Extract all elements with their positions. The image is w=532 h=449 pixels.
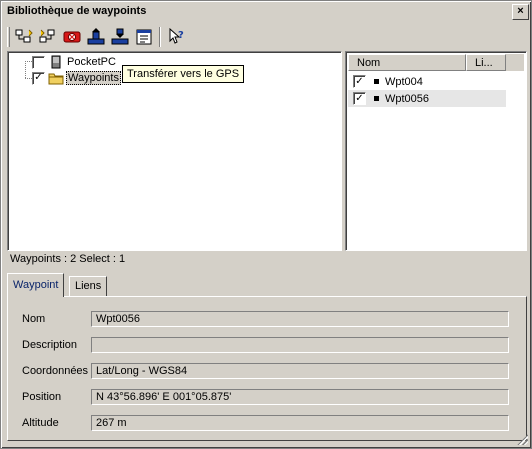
column-header-liens[interactable]: Li... — [466, 54, 506, 71]
help-pointer-button[interactable]: ? — [166, 27, 188, 47]
waypoint-bullet-icon — [374, 96, 379, 101]
delete-button[interactable] — [61, 27, 83, 47]
properties-icon — [136, 29, 152, 45]
toolbar: ? — [5, 24, 529, 50]
description-field[interactable] — [91, 337, 509, 353]
nom-field[interactable]: Wpt0056 — [91, 311, 509, 327]
nom-label: Nom — [22, 313, 46, 325]
tooltip: Transférer vers le GPS — [122, 65, 245, 83]
altitude-field[interactable]: 267 m — [91, 415, 509, 431]
tree-collapse-button[interactable] — [37, 27, 59, 47]
tree-item-pocketpc[interactable]: PocketPC — [32, 54, 116, 70]
title-bar[interactable]: Bibliothèque de waypoints × — [3, 3, 529, 21]
waypoint-library-window: Bibliothèque de waypoints × ? PocketPC ✓… — [0, 0, 532, 449]
tree-checkbox[interactable] — [32, 55, 45, 69]
download-from-gps-icon — [111, 28, 129, 45]
tree-connector — [25, 78, 32, 79]
resize-grip[interactable] — [516, 433, 528, 445]
tree-connector — [25, 61, 26, 78]
tree-connector — [25, 61, 32, 62]
toolbar-separator — [159, 27, 161, 47]
tree-collapse-icon — [39, 29, 55, 43]
svg-text:?: ? — [178, 30, 184, 41]
window-title: Bibliothèque de waypoints — [7, 5, 147, 17]
position-label: Position — [22, 391, 62, 403]
list-header: Nom Li... — [348, 54, 524, 71]
tree-expand-button[interactable] — [13, 27, 35, 47]
properties-button[interactable] — [133, 27, 155, 47]
tab-waypoint[interactable]: Waypoint — [7, 273, 65, 297]
waypoint-name: Wpt004 — [385, 75, 423, 88]
waypoint-details-panel: Nom Wpt0056 Description Coordonnées Lat/… — [7, 296, 527, 441]
folder-icon — [48, 73, 64, 85]
description-label: Description — [22, 339, 78, 351]
status-bar: Waypoints : 2 Select : 1 — [10, 253, 126, 265]
upload-to-gps-icon — [87, 28, 105, 45]
toolbar-grip[interactable] — [7, 27, 10, 47]
close-button[interactable]: × — [512, 4, 529, 20]
list-item-selected[interactable]: ✓ Wpt0056 — [348, 90, 506, 107]
coordonnees-label: Coordonnées — [22, 365, 89, 377]
detail-tabs: Waypoint Liens — [7, 273, 527, 297]
tree-item-waypoints[interactable]: ✓ Waypoints — [32, 70, 121, 86]
tab-liens[interactable]: Liens — [69, 276, 108, 296]
tree-item-label: PocketPC — [67, 56, 116, 68]
tree-checkbox-checked[interactable]: ✓ — [32, 71, 45, 85]
column-header-nom[interactable]: Nom — [348, 54, 466, 71]
upload-to-gps-button[interactable] — [85, 27, 107, 47]
list-item[interactable]: ✓ Wpt004 — [348, 73, 506, 90]
waypoint-bullet-icon — [374, 79, 379, 84]
list-checkbox[interactable]: ✓ — [353, 75, 366, 88]
download-from-gps-button[interactable] — [109, 27, 131, 47]
waypoint-name: Wpt0056 — [385, 92, 430, 105]
altitude-label: Altitude — [22, 417, 59, 429]
position-field[interactable]: N 43°56.896' E 001°05.875' — [91, 389, 509, 405]
tree-item-label: Waypoints — [66, 71, 121, 85]
list-checkbox[interactable]: ✓ — [353, 92, 366, 105]
delete-icon — [63, 31, 81, 43]
tree-expand-icon — [15, 29, 33, 43]
help-pointer-icon: ? — [169, 28, 184, 44]
pocketpc-icon — [51, 55, 61, 69]
waypoint-list-panel[interactable]: Nom Li... ✓ Wpt004 ✓ Wpt0056 — [345, 51, 527, 251]
coordonnees-field[interactable]: Lat/Long - WGS84 — [91, 363, 509, 379]
